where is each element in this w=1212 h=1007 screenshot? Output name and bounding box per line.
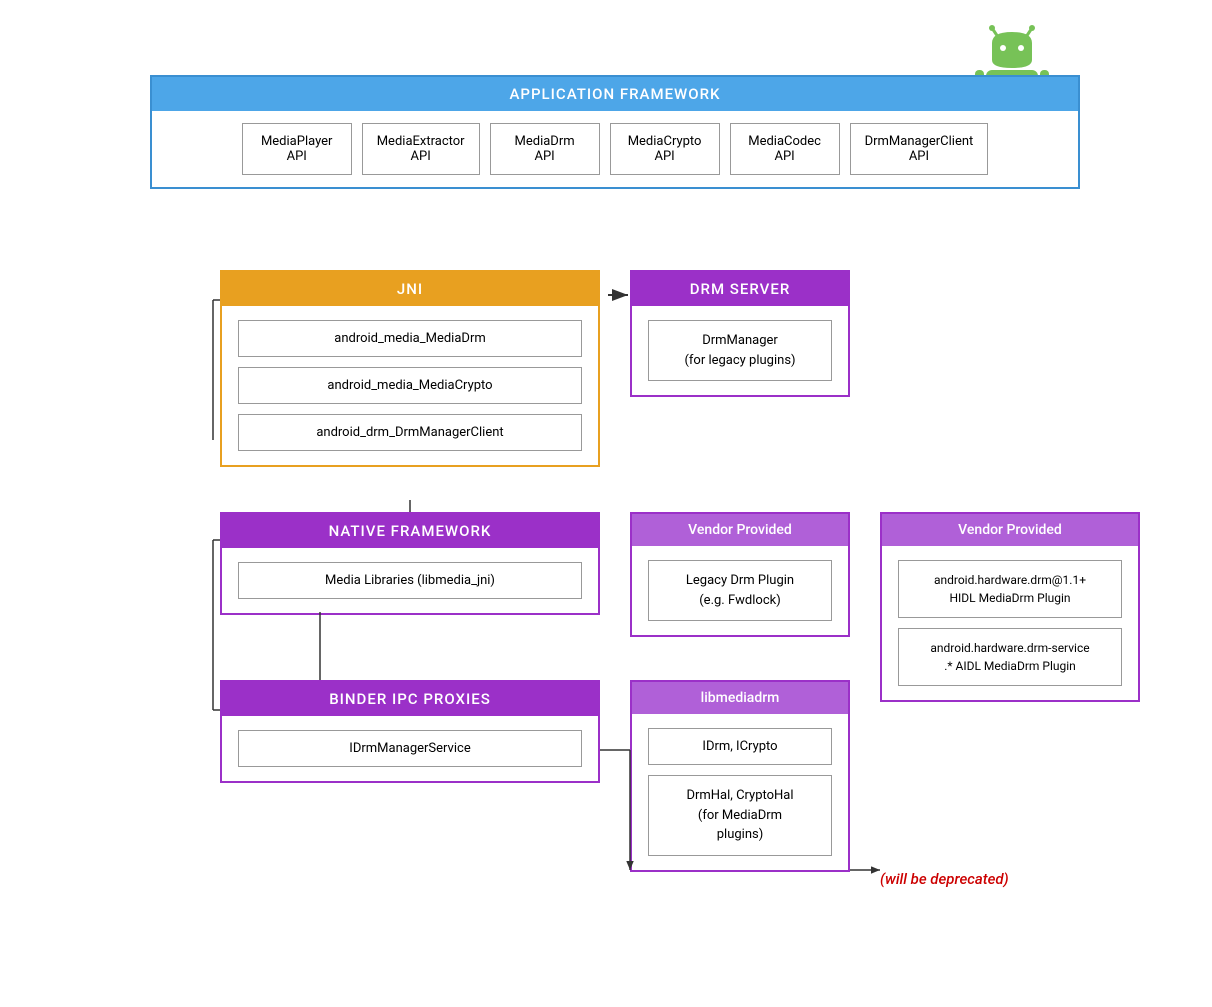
- jni-item-2: android_media_MediaCrypto: [238, 367, 582, 404]
- vendor-left-section: Vendor Provided Legacy Drm Plugin(e.g. F…: [630, 512, 850, 637]
- drm-server-item-1: DrmManager(for legacy plugins): [648, 320, 832, 381]
- drmmanagerclient-api: DrmManagerClientAPI: [850, 123, 989, 175]
- jni-section: JNI android_media_MediaDrm android_media…: [220, 270, 600, 467]
- vendor-left-body: Legacy Drm Plugin(e.g. Fwdlock): [632, 546, 848, 635]
- libmedia-item-2: DrmHal, CryptoHal(for MediaDrmplugins): [648, 775, 832, 856]
- drm-server-header: DRM SERVER: [632, 272, 848, 306]
- binder-item-1: IDrmManagerService: [238, 730, 582, 767]
- mediadrm-api: MediaDrmAPI: [490, 123, 600, 175]
- libmedia-header: libmediadrm: [632, 682, 848, 714]
- vendor-right-body: android.hardware.drm@1.1+HIDL MediaDrm P…: [882, 546, 1138, 700]
- mediaextractor-api: MediaExtractorAPI: [362, 123, 480, 175]
- jni-body: android_media_MediaDrm android_media_Med…: [222, 306, 598, 465]
- drm-server-section: DRM SERVER DrmManager(for legacy plugins…: [630, 270, 850, 397]
- app-framework-section: APPLICATION FRAMEWORK MediaPlayerAPI Med…: [150, 75, 1080, 189]
- vendor-right-section: Vendor Provided android.hardware.drm@1.1…: [880, 512, 1140, 702]
- native-framework-section: NATIVE FRAMEWORK Media Libraries (libmed…: [220, 512, 600, 615]
- libmedia-section: libmediadrm IDrm, ICrypto DrmHal, Crypto…: [630, 680, 850, 872]
- app-framework-header: APPLICATION FRAMEWORK: [152, 77, 1078, 111]
- libmedia-item-1: IDrm, ICrypto: [648, 728, 832, 765]
- native-item-1: Media Libraries (libmedia_jni): [238, 562, 582, 599]
- mediacodec-api: MediaCodecAPI: [730, 123, 840, 175]
- vendor-left-item-1: Legacy Drm Plugin(e.g. Fwdlock): [648, 560, 832, 621]
- vendor-right-item-1: android.hardware.drm@1.1+HIDL MediaDrm P…: [898, 560, 1122, 618]
- vendor-left-header: Vendor Provided: [632, 514, 848, 546]
- native-framework-body: Media Libraries (libmedia_jni): [222, 548, 598, 613]
- app-framework-body: MediaPlayerAPI MediaExtractorAPI MediaDr…: [152, 111, 1078, 187]
- binder-ipc-section: BINDER IPC PROXIES IDrmManagerService: [220, 680, 600, 783]
- deprecated-note: (will be deprecated): [880, 870, 1009, 888]
- vendor-right-header: Vendor Provided: [882, 514, 1138, 546]
- libmedia-body: IDrm, ICrypto DrmHal, CryptoHal(for Medi…: [632, 714, 848, 870]
- native-framework-header: NATIVE FRAMEWORK: [222, 514, 598, 548]
- vendor-right-item-2: android.hardware.drm-service.* AIDL Medi…: [898, 628, 1122, 686]
- jni-item-1: android_media_MediaDrm: [238, 320, 582, 357]
- binder-ipc-body: IDrmManagerService: [222, 716, 598, 781]
- drm-server-body: DrmManager(for legacy plugins): [632, 306, 848, 395]
- diagram-container: APPLICATION FRAMEWORK MediaPlayerAPI Med…: [0, 0, 1212, 1007]
- binder-ipc-header: BINDER IPC PROXIES: [222, 682, 598, 716]
- jni-item-3: android_drm_DrmManagerClient: [238, 414, 582, 451]
- mediacrypto-api: MediaCryptoAPI: [610, 123, 720, 175]
- jni-header: JNI: [222, 272, 598, 306]
- mediaplayer-api: MediaPlayerAPI: [242, 123, 352, 175]
